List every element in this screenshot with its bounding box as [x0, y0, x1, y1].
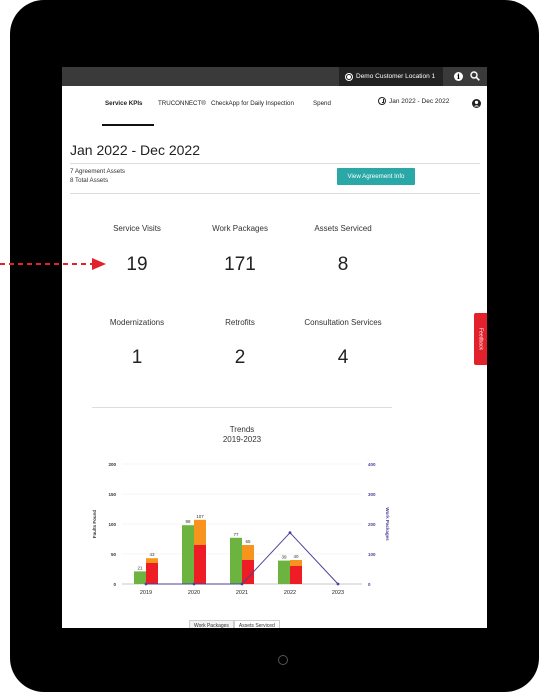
kpi-label-retrofits: Retrofits	[225, 318, 255, 327]
kpi-label-modernizations: Modernizations	[109, 318, 165, 327]
nav-bar: Service KPIs TRUCONNECT® CheckApp for Da…	[62, 86, 487, 126]
line-point-work-packages	[336, 582, 340, 586]
location-selector[interactable]: Demo Customer Location 1	[339, 67, 444, 86]
tab-service-kpis[interactable]: Service KPIs	[105, 100, 143, 107]
bar-data-label: 40	[293, 554, 299, 559]
y2-axis-label: Work Packages	[385, 507, 390, 541]
y2-tick-label: 400	[368, 462, 376, 467]
kpi-value-consultation-services: 4	[337, 347, 349, 368]
feedback-label: Feedback	[477, 328, 484, 350]
legend-assets-serviced[interactable]: Assets Serviced	[233, 620, 280, 628]
view-agreement-info-button[interactable]: View Agreement Info	[337, 168, 415, 185]
line-point-work-packages	[288, 531, 292, 535]
bar-data-label: 77	[233, 532, 239, 537]
page-title: Jan 2022 - Dec 2022	[70, 142, 200, 158]
bar-assets-serviced	[278, 560, 290, 584]
tab-checkapp[interactable]: CheckApp for Daily Inspection	[211, 100, 294, 107]
bar-data-label: 98	[185, 519, 191, 524]
bar-data-label: 21	[137, 565, 143, 570]
bar-red	[290, 566, 302, 584]
chart-legend: Work Packages Assets Serviced	[189, 620, 280, 628]
tab-truconnect[interactable]: TRUCONNECT®	[158, 100, 206, 107]
app-screen: Demo Customer Location 1 i Service KPIs …	[62, 67, 487, 628]
top-bar: Demo Customer Location 1 i	[62, 67, 487, 86]
globe-icon	[345, 72, 353, 81]
total-assets-count: 8 Total Assets	[70, 176, 109, 184]
kpi-label-service-visits: Service Visits	[113, 224, 161, 233]
bar-assets-serviced	[230, 537, 242, 584]
y-tick-label: 150	[108, 492, 116, 497]
chart-title: Trends	[229, 425, 255, 434]
divider	[70, 193, 480, 194]
bar-red	[146, 563, 158, 584]
x-tick-label: 2019	[140, 590, 152, 596]
y-tick-label: 200	[108, 462, 116, 467]
kpi-value-modernizations: 1	[131, 347, 143, 368]
bar-data-label: 65	[245, 539, 251, 544]
kpi-value-assets-serviced: 8	[337, 254, 349, 275]
bar-data-label: 43	[149, 552, 155, 557]
bar-data-label: 39	[281, 555, 287, 560]
date-range-picker[interactable]: Jan 2022 - Dec 2022	[378, 97, 449, 105]
feedback-tab[interactable]: Feedback	[474, 313, 487, 365]
date-range-label: Jan 2022 - Dec 2022	[389, 97, 450, 105]
kpi-label-consultation-services: Consultation Services	[304, 318, 382, 327]
kpi-label-work-packages: Work Packages	[212, 224, 268, 233]
line-point-work-packages	[144, 582, 148, 586]
home-button[interactable]	[278, 655, 288, 665]
y-tick-label: 0	[113, 582, 116, 587]
bar-red	[194, 545, 206, 584]
active-tab-indicator	[102, 124, 154, 126]
location-label: Demo Customer Location 1	[356, 73, 436, 80]
section-divider	[92, 407, 392, 408]
user-icon[interactable]	[472, 99, 481, 108]
y2-tick-label: 200	[368, 522, 376, 527]
y2-tick-label: 0	[368, 582, 371, 587]
chart-subtitle: 2019-2023	[222, 435, 262, 444]
asset-summary: 7 Agreement Assets 8 Total Assets	[70, 168, 125, 185]
tab-spend[interactable]: Spend	[313, 100, 331, 107]
legend-work-packages[interactable]: Work Packages	[189, 620, 234, 628]
agreement-assets-count: 7 Agreement Assets	[70, 168, 126, 175]
chart-title-block: Trends 2019-2023	[182, 425, 302, 445]
bar-assets-serviced	[182, 525, 194, 584]
bar-data-label: 107	[196, 514, 204, 519]
trends-chart: 0 50 100 150 200 0 100 200 300 400 Faults Found Wor…	[92, 462, 390, 596]
x-tick-label: 2021	[236, 590, 248, 596]
y2-tick-label: 300	[368, 492, 376, 497]
bar-assets-serviced	[134, 571, 146, 584]
y-axis-label: Faults Found	[92, 510, 97, 538]
y2-tick-label: 100	[368, 552, 376, 557]
clock-icon	[378, 97, 386, 105]
line-point-work-packages	[192, 582, 196, 586]
x-tick-label: 2020	[188, 590, 200, 596]
y-tick-label: 100	[108, 522, 116, 527]
divider	[70, 163, 480, 164]
kpi-value-work-packages: 171	[224, 254, 256, 275]
x-tick-label: 2023	[332, 590, 344, 596]
y-tick-label: 50	[111, 552, 117, 557]
annotation-arrow	[0, 258, 106, 270]
kpi-label-assets-serviced: Assets Serviced	[314, 224, 372, 233]
kpi-value-retrofits: 2	[234, 347, 246, 368]
info-icon[interactable]: i	[454, 72, 463, 81]
x-tick-label: 2022	[284, 590, 296, 596]
search-icon[interactable]	[470, 71, 480, 81]
bar-red	[242, 560, 254, 584]
line-point-work-packages	[240, 582, 244, 586]
